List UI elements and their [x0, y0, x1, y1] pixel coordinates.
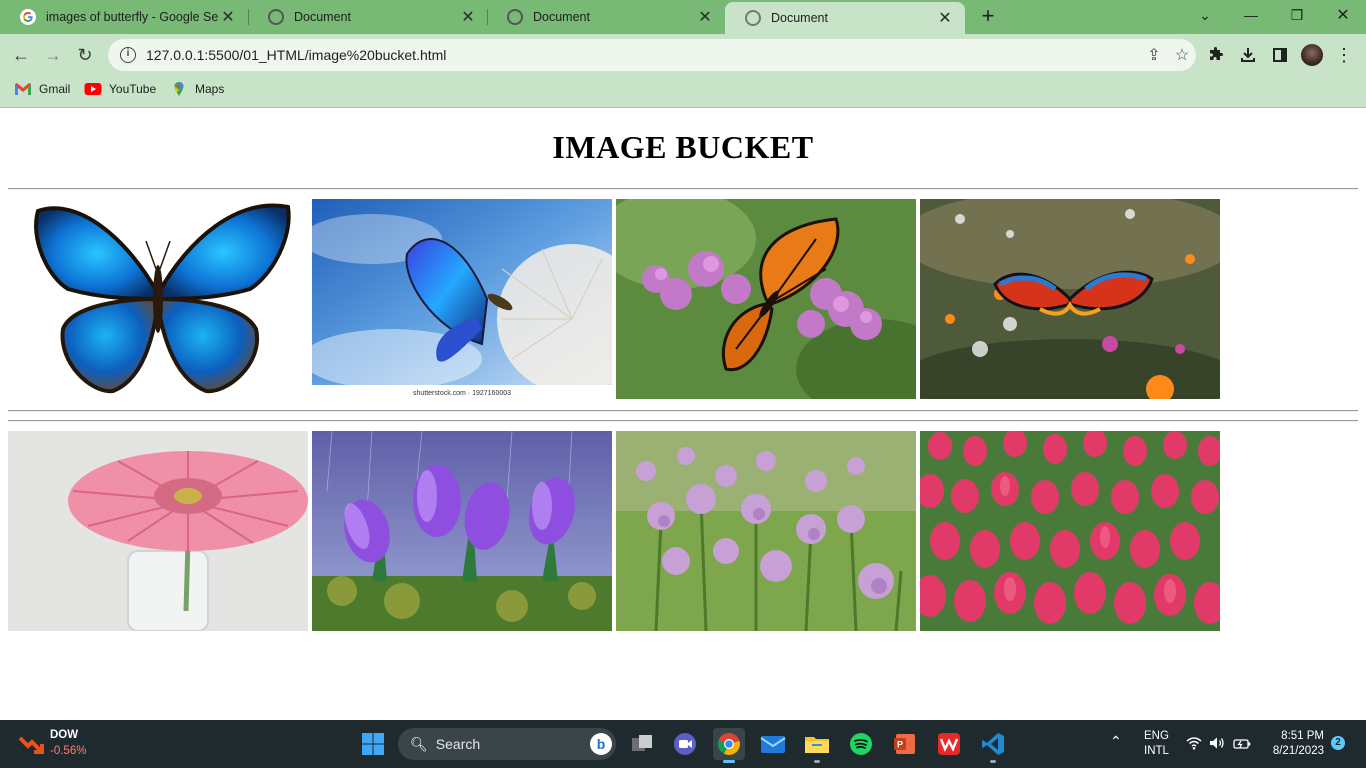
notification-badge[interactable]: 2 — [1331, 736, 1345, 750]
spotify-icon[interactable] — [845, 728, 877, 760]
tab-strip: images of butterfly - Google Sear ✕ Docu… — [0, 0, 1366, 34]
reload-button[interactable]: ↻ — [72, 42, 98, 68]
tab-google-search[interactable]: images of butterfly - Google Sear ✕ — [0, 0, 248, 34]
flower-image-chives — [616, 431, 916, 631]
bookmark-youtube[interactable]: YouTube — [84, 82, 156, 96]
svg-text:P: P — [897, 740, 903, 750]
ticker-change: -0.56% — [50, 745, 87, 757]
globe-icon — [745, 10, 761, 26]
tab-document-2[interactable]: Document ✕ — [487, 0, 725, 34]
windows-taskbar: DOW -0.56% 🔍︎ Search b P ⌃ ENG INTL 8:51… — [0, 720, 1366, 768]
tab-title: Document — [294, 10, 351, 24]
bookmark-label: YouTube — [109, 82, 157, 96]
image-watermark: shutterstock.com · 1927160003 — [412, 390, 512, 397]
globe-icon — [268, 9, 284, 25]
clock-time: 8:51 PM — [1281, 730, 1324, 742]
bookmarks-bar: Gmail YouTube Maps — [0, 76, 1366, 108]
minimize-button[interactable]: — — [1228, 0, 1274, 30]
wifi-icon[interactable] — [1186, 736, 1202, 755]
tab-title: images of butterfly - Google Sear — [46, 10, 218, 24]
browser-toolbar: ← → ↻ i 127.0.0.1:5500/01_HTML/image%20b… — [0, 34, 1366, 76]
youtube-icon — [84, 83, 102, 95]
bing-icon[interactable]: b — [590, 733, 612, 755]
profile-avatar[interactable] — [1301, 44, 1323, 66]
show-hidden-icons-chevron[interactable]: ⌃ — [1110, 734, 1122, 749]
vscode-icon[interactable] — [977, 728, 1009, 763]
flower-image-tulips — [920, 431, 1220, 631]
taskbar-search[interactable]: 🔍︎ Search b — [398, 728, 616, 760]
volume-icon[interactable] — [1209, 736, 1225, 755]
butterfly-image-4 — [920, 199, 1220, 399]
tab-title: Document — [533, 10, 590, 24]
maps-icon — [174, 82, 184, 96]
mail-icon[interactable] — [757, 728, 789, 760]
divider — [8, 410, 1358, 412]
bookmark-label: Maps — [195, 82, 225, 96]
language: ENG — [1144, 730, 1169, 742]
keyboard-layout: INTL — [1144, 745, 1169, 757]
flower-image-gerbera — [8, 431, 308, 631]
restore-button[interactable]: ❐ — [1274, 0, 1320, 30]
meet-icon[interactable] — [669, 728, 701, 760]
butterfly-image-3 — [616, 199, 916, 399]
battery-icon[interactable] — [1233, 737, 1251, 755]
powerpoint-icon[interactable]: P — [889, 728, 921, 760]
language-indicator[interactable]: ENG INTL — [1144, 729, 1169, 759]
downloads-icon[interactable] — [1235, 42, 1261, 68]
side-panel-icon[interactable] — [1267, 42, 1293, 68]
back-button[interactable]: ← — [8, 42, 34, 68]
file-explorer-icon[interactable] — [801, 728, 833, 763]
site-info-icon[interactable]: i — [120, 47, 136, 63]
search-icon: 🔍︎ — [410, 735, 428, 752]
page-title: IMAGE BUCKET — [552, 129, 814, 165]
web-page: IMAGE BUCKET shutterstock.com · 19271600… — [0, 109, 1366, 720]
close-window-button[interactable]: ✕ — [1320, 0, 1366, 30]
divider — [8, 188, 1358, 190]
butterfly-image-2: shutterstock.com · 1927160003 — [312, 199, 612, 399]
butterfly-image-1 — [8, 199, 308, 399]
divider — [8, 420, 1358, 422]
clock-date: 8/21/2023 — [1272, 745, 1324, 757]
bookmark-label: Gmail — [39, 82, 71, 96]
bookmark-maps[interactable]: Maps — [170, 82, 224, 96]
extensions-icon[interactable] — [1203, 42, 1229, 68]
gmail-icon — [15, 83, 31, 95]
bookmark-gmail[interactable]: Gmail — [14, 82, 70, 96]
tab-title: Document — [771, 11, 828, 25]
google-icon — [20, 9, 36, 25]
new-tab-button[interactable]: + — [976, 4, 1000, 28]
windows-start-icon[interactable] — [357, 728, 389, 760]
close-tab-icon[interactable]: ✕ — [458, 7, 478, 27]
ticker-name[interactable]: DOW — [50, 728, 78, 743]
search-label: Search — [435, 736, 481, 752]
share-icon[interactable]: ⇪ — [1140, 41, 1168, 69]
close-tab-icon[interactable]: ✕ — [695, 7, 715, 27]
stock-widget-icon[interactable] — [18, 730, 44, 756]
bookmark-star-icon[interactable]: ☆ — [1168, 41, 1196, 69]
tab-search-chevron-icon[interactable]: ⌄ — [1182, 0, 1228, 30]
globe-icon — [507, 9, 523, 25]
clock[interactable]: 8:51 PM 8/21/2023 — [1266, 729, 1324, 759]
address-bar[interactable]: i 127.0.0.1:5500/01_HTML/image%20bucket.… — [108, 39, 1196, 71]
close-tab-icon[interactable]: ✕ — [935, 8, 955, 28]
flower-image-crocus — [312, 431, 612, 631]
forward-button[interactable]: → — [40, 42, 66, 68]
chrome-icon[interactable] — [713, 728, 745, 763]
tab-document-active[interactable]: Document ✕ — [725, 2, 965, 34]
menu-kebab-icon[interactable]: ⋮ — [1331, 42, 1357, 68]
tab-document-1[interactable]: Document ✕ — [248, 0, 488, 34]
close-tab-icon[interactable]: ✕ — [218, 7, 238, 27]
task-view-icon[interactable] — [626, 728, 658, 760]
wps-icon[interactable] — [933, 728, 965, 760]
url-text[interactable]: 127.0.0.1:5500/01_HTML/image%20bucket.ht… — [146, 47, 1140, 63]
